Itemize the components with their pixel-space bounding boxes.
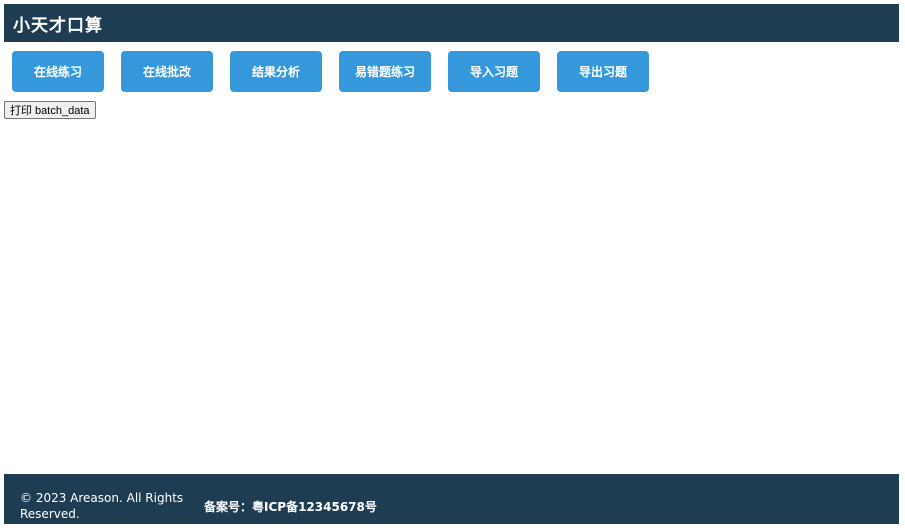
copyright-text: © 2023 Areason. All Rights Reserved. <box>20 491 184 521</box>
header-bar: 小天才口算 <box>4 4 899 42</box>
result-analysis-button[interactable]: 结果分析 <box>230 51 322 92</box>
print-batch-data-button[interactable]: 打印 batch_data <box>4 101 96 119</box>
footer-bar: © 2023 Areason. All Rights Reserved. 备案号… <box>4 474 899 524</box>
error-prone-practice-button[interactable]: 易错题练习 <box>339 51 431 92</box>
online-grading-button[interactable]: 在线批改 <box>121 51 213 92</box>
import-exercises-button[interactable]: 导入习题 <box>448 51 540 92</box>
icp-record-text: 备案号：粤ICP备12345678号 <box>204 500 377 514</box>
online-practice-button[interactable]: 在线练习 <box>12 51 104 92</box>
page: 小天才口算 在线练习 在线批改 结果分析 易错题练习 导入习题 导出习题 打印 … <box>0 0 905 528</box>
app-title: 小天才口算 <box>13 15 103 36</box>
export-exercises-button[interactable]: 导出习题 <box>557 51 649 92</box>
nav-button-row: 在线练习 在线批改 结果分析 易错题练习 导入习题 导出习题 <box>12 51 649 92</box>
